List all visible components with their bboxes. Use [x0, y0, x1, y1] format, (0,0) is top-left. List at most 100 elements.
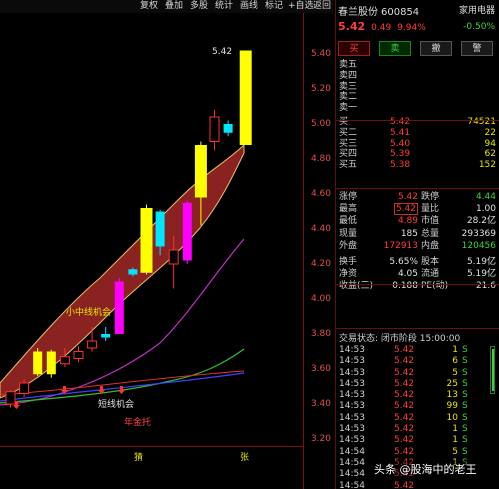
stat-label: 外盘 — [339, 240, 358, 251]
ask-label: 卖一 — [339, 103, 358, 114]
candle-body — [101, 334, 111, 338]
trade-time: 14:54 — [339, 469, 365, 480]
candle-body — [239, 50, 252, 145]
stat-row: 最高 5.42 量比 1.00 — [336, 203, 499, 216]
stat-label: 量比 — [421, 204, 440, 215]
kline-chart[interactable]: 5.42 小中线机会 短线机会 年金托 猜 张 — [0, 13, 333, 489]
trade-time: 14:54 — [339, 446, 365, 457]
trade-time: 14:54 — [339, 457, 365, 468]
alert-button[interactable]: 警 — [461, 41, 493, 56]
stat-label: 涨停 — [339, 192, 358, 202]
candle-body — [128, 269, 138, 275]
trade-volume: 25 — [446, 378, 458, 389]
candle-body — [114, 281, 124, 334]
trade-side-flag: S — [462, 378, 468, 389]
axis-tick: 3.80 — [310, 329, 331, 339]
stat-row: 换手 5.65% 股本 5.19亿 — [336, 256, 499, 268]
candle-body — [223, 124, 233, 133]
sell-button[interactable]: 卖 — [379, 41, 411, 56]
toolbar-statistics-button[interactable]: 统计 — [213, 0, 235, 13]
trade-price: 5.42 — [394, 424, 415, 435]
bid-row: 买三 5.40 94 — [336, 139, 499, 150]
toolbar-restore-rights-button[interactable]: 复权 — [138, 0, 160, 13]
stat-value: 4.05 — [397, 269, 418, 280]
trades-scrollbar[interactable] — [490, 346, 495, 394]
bid-volume: 94 — [484, 138, 496, 149]
candle-body — [46, 351, 56, 375]
price-axis: 5.40 5.20 5.00 4.80 4.60 4.40 4.20 4.00 … — [303, 13, 333, 489]
industry-change: -0.50% — [463, 22, 495, 32]
stat-value: 4.44 — [475, 192, 496, 202]
trade-volume: 5 — [452, 446, 458, 457]
candle-body — [182, 202, 192, 261]
trade-price: 5.42 — [394, 390, 415, 401]
axis-tick: 4.40 — [310, 224, 331, 234]
bottom-marker-left: 猜 — [134, 453, 144, 463]
stat-value: 1.00 — [475, 204, 496, 215]
price-row: 5.42 0.49 9.94% — [338, 20, 432, 33]
toolbar-overlay-button[interactable]: 叠加 — [163, 0, 185, 13]
cancel-order-button[interactable]: 撤 — [420, 41, 452, 56]
toolbar-mark-button[interactable]: 标记 — [263, 0, 285, 13]
trade-price: 5.42 — [394, 435, 415, 446]
industry-link[interactable]: 家用电器 — [459, 3, 495, 16]
trade-time: 14:53 — [339, 356, 365, 367]
trades-divider — [336, 328, 499, 329]
order-book: 卖五 卖四 卖三 卖二 卖一 买一 5.42 74521 买二 5.41 22 买三 5.… — [336, 60, 499, 171]
bid-volume: 62 — [484, 149, 496, 160]
stat-value: 5.42 — [397, 192, 418, 202]
candle-body — [140, 208, 153, 273]
trade-side-flag: S — [462, 401, 468, 412]
trade-price: 5.42 — [394, 446, 415, 457]
trade-side-flag: S — [462, 345, 468, 355]
bid-label: 买四 — [339, 149, 358, 160]
trade-time: 14:53 — [339, 367, 365, 378]
chart-bottom-separator — [0, 446, 303, 447]
stat-value: 185 — [400, 228, 418, 239]
stock-name: 春兰股份 — [338, 7, 378, 18]
stat-row: 收益(三) 0.188 PE(动) 21.6 — [336, 280, 499, 292]
scrollbar-thumb[interactable] — [492, 349, 494, 391]
axis-tick: 5.20 — [310, 84, 331, 94]
stat-value: 5.65% — [389, 256, 418, 267]
toolbar-multi-stock-button[interactable]: 多股 — [188, 0, 210, 13]
trade-side-flag: S — [462, 367, 468, 378]
bid-label: 买三 — [339, 138, 358, 149]
stat-value: 21.6 — [475, 281, 496, 292]
stat-row: 最低 4.89 市值 28.2亿 — [336, 215, 499, 227]
axis-tick: 3.40 — [310, 399, 331, 409]
axis-tick: 3.20 — [310, 434, 331, 444]
axis-tick: 4.00 — [310, 294, 331, 304]
trade-price: 5.42 — [394, 378, 415, 389]
stat-label: 内盘 — [421, 240, 440, 251]
ask-row: 卖五 — [336, 60, 499, 71]
stat-value: 0.188 — [392, 281, 418, 292]
bid-price: 5.41 — [390, 127, 411, 138]
ask-row: 卖二 — [336, 92, 499, 103]
trade-volume: 13 — [446, 390, 458, 401]
trade-price: 5.42 — [394, 367, 415, 378]
stats-divider — [336, 188, 499, 189]
trade-row: 14:53 5.42 10 S — [336, 413, 496, 424]
trade-time: 14:53 — [339, 345, 365, 355]
trade-row: 14:53 5.42 99 S — [336, 401, 496, 412]
trade-side-flag: S — [462, 446, 468, 457]
bid-price: 5.42 — [390, 116, 411, 127]
bid-price: 5.38 — [390, 160, 411, 171]
stat-label: 市值 — [421, 216, 440, 227]
buy-button[interactable]: 买 — [338, 41, 370, 56]
stat-row: 外盘 172913 内盘 120456 — [336, 240, 499, 252]
candle-body — [73, 351, 84, 359]
quote-stats: 涨停 5.42 跌停 4.44 最高 5.42 量比 1.00 最低 4.89 市值 28.2亿 现量 1… — [336, 191, 499, 293]
toolbar-draw-line-button[interactable]: 画线 — [238, 0, 260, 13]
stat-label: 换手 — [339, 256, 358, 267]
axis-tick: 4.20 — [310, 259, 331, 269]
toolbar-back-button[interactable]: 返回 — [311, 0, 333, 13]
candle-body — [19, 382, 30, 394]
stat-value: 4.89 — [397, 216, 418, 227]
bid-row: 买五 5.38 152 — [336, 160, 499, 171]
trade-row: 14:53 5.42 1 S — [336, 424, 496, 435]
trade-price: 5.42 — [394, 401, 415, 412]
ask-row: 卖四 — [336, 71, 499, 82]
candle-body — [33, 351, 43, 375]
